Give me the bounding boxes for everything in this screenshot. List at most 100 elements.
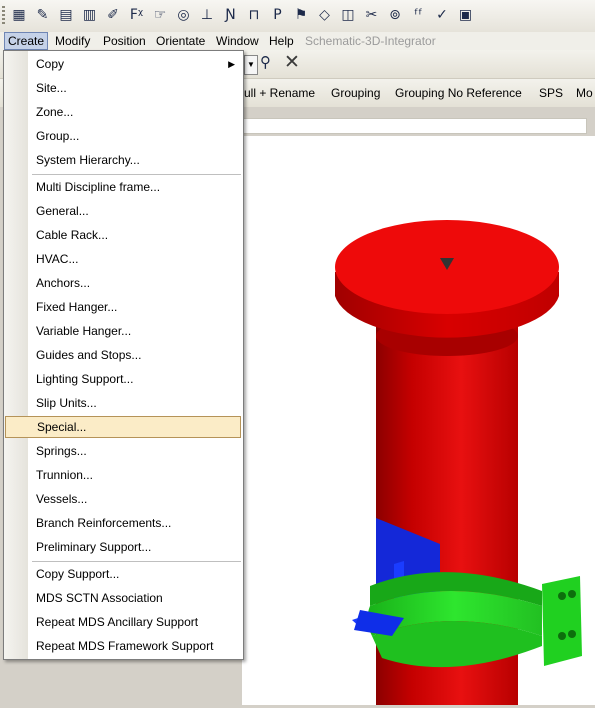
- main-toolbar: ▦ ✎ ▤ ▥ ✐ Fᵡ ☞ ◎ ⊥ Ɲ ⊓ P ⚑ ◇ ◫ ✂ ⊚ ᶠᶠ ✓ ▣: [0, 0, 595, 33]
- menu-schematic-3d-integrator[interactable]: Schematic-3D-Integrator: [302, 33, 439, 49]
- bolt-hole: [558, 632, 566, 640]
- 3d-model-view: [335, 220, 582, 705]
- menu-item-label: Copy Support...: [36, 567, 120, 581]
- tee-icon[interactable]: P: [269, 5, 287, 25]
- menu-item-label: System Hierarchy...: [36, 153, 140, 167]
- toolbar-button-ull-rename[interactable]: ull + Rename: [244, 86, 315, 100]
- menu-item-label: Preliminary Support...: [36, 540, 152, 554]
- menu-item-slip-units[interactable]: Slip Units...: [5, 392, 241, 414]
- menu-item-label: HVAC...: [36, 252, 79, 266]
- menu-item-label: Branch Reinforcements...: [36, 516, 172, 530]
- submenu-arrow-icon: ▶: [228, 59, 235, 69]
- menu-item-label: Trunnion...: [36, 468, 93, 482]
- close-icon[interactable]: ✕: [284, 51, 300, 73]
- menu-item-special[interactable]: Special...: [5, 416, 241, 438]
- toolbar-grip[interactable]: [2, 6, 5, 26]
- menu-item-label: Fixed Hanger...: [36, 300, 118, 314]
- bolt-hole: [568, 630, 576, 638]
- menu-item-label: Site...: [36, 81, 67, 95]
- menu-position[interactable]: Position: [100, 33, 149, 49]
- menu-item-springs[interactable]: Springs...: [5, 440, 241, 462]
- select-icon[interactable]: ☞: [151, 5, 169, 25]
- menu-item-mds-sctn-association[interactable]: MDS SCTN Association: [5, 587, 241, 609]
- list-icon[interactable]: ▣: [457, 5, 475, 25]
- menu-item-copy[interactable]: Copy ▶: [5, 53, 241, 75]
- menu-item-label: Repeat MDS Framework Support: [36, 639, 214, 653]
- diamond-icon[interactable]: ◇: [316, 5, 334, 25]
- menu-item-label: Zone...: [36, 105, 74, 119]
- cut-icon[interactable]: ✂: [363, 5, 381, 25]
- clamp-icon[interactable]: Ɲ: [222, 5, 240, 25]
- binoculars-icon[interactable]: ⚲: [260, 53, 271, 71]
- bars-icon[interactable]: ▥: [81, 5, 99, 25]
- menu-item-lighting-support[interactable]: Lighting Support...: [5, 368, 241, 390]
- menu-item-trunnion[interactable]: Trunnion...: [5, 464, 241, 486]
- chart-icon[interactable]: ▦: [10, 5, 28, 25]
- menu-item-anchors[interactable]: Anchors...: [5, 272, 241, 294]
- fx-icon[interactable]: ᶠᶠ: [410, 5, 428, 25]
- menu-separator: [32, 174, 241, 175]
- 3d-canvas[interactable]: [242, 136, 595, 705]
- menu-item-zone[interactable]: Zone...: [5, 101, 241, 123]
- menu-item-label: Copy: [36, 57, 65, 71]
- menu-item-repeat-mds-framework-support[interactable]: Repeat MDS Framework Support: [5, 635, 241, 657]
- flag-icon[interactable]: ⚑: [292, 5, 310, 25]
- menu-item-label: Slip Units...: [36, 396, 97, 410]
- menu-modify[interactable]: Modify: [52, 33, 93, 49]
- menu-item-label: Guides and Stops...: [36, 348, 142, 362]
- menu-item-cable-rack[interactable]: Cable Rack...: [5, 224, 241, 246]
- elbow-icon[interactable]: ⊓: [245, 5, 263, 25]
- table-icon[interactable]: ▤: [57, 5, 75, 25]
- menu-item-multi-discipline-frame[interactable]: Multi Discipline frame...: [5, 176, 241, 198]
- pipe-icon[interactable]: ⊥: [198, 5, 216, 25]
- menu-help[interactable]: Help: [266, 33, 297, 49]
- viewport-header-bar: [240, 118, 587, 134]
- menu-item-label: Group...: [36, 129, 80, 143]
- toolbar-button-sps[interactable]: SPS: [539, 86, 563, 100]
- menu-item-copy-support[interactable]: Copy Support...: [5, 563, 241, 585]
- menu-item-variable-hanger[interactable]: Variable Hanger...: [5, 320, 241, 342]
- clamp-ear: [542, 576, 582, 666]
- menu-item-general[interactable]: General...: [5, 200, 241, 222]
- menu-item-vessels[interactable]: Vessels...: [5, 488, 241, 510]
- menu-item-branch-reinforcements[interactable]: Branch Reinforcements...: [5, 512, 241, 534]
- fit-icon[interactable]: Fᵡ: [128, 5, 146, 25]
- menu-item-guides-and-stops[interactable]: Guides and Stops...: [5, 344, 241, 366]
- menu-item-label: Special...: [37, 420, 87, 434]
- menu-item-repeat-mds-ancillary-support[interactable]: Repeat MDS Ancillary Support: [5, 611, 241, 633]
- menu-item-label: Springs...: [36, 444, 87, 458]
- menu-item-fixed-hanger[interactable]: Fixed Hanger...: [5, 296, 241, 318]
- bolt-hole: [568, 590, 576, 598]
- menu-item-label: MDS SCTN Association: [36, 591, 163, 605]
- menu-item-label: Lighting Support...: [36, 372, 134, 386]
- menu-item-site[interactable]: Site...: [5, 77, 241, 99]
- menu-separator: [32, 561, 241, 562]
- lasso-icon[interactable]: ◎: [175, 5, 193, 25]
- wand-icon[interactable]: ✓: [433, 5, 451, 25]
- menu-item-preliminary-support[interactable]: Preliminary Support...: [5, 536, 241, 558]
- pencil-icon[interactable]: ✎: [34, 5, 52, 25]
- menu-item-label: Anchors...: [36, 276, 91, 290]
- menu-window[interactable]: Window: [213, 33, 262, 49]
- toolbar-button-mo[interactable]: Mo: [576, 86, 593, 100]
- menu-item-label: General...: [36, 204, 89, 218]
- bolt-hole: [558, 592, 566, 600]
- toolbar-button-grouping-no-reference[interactable]: Grouping No Reference: [395, 86, 522, 100]
- combo-dropdown-button[interactable]: ▼: [244, 55, 258, 75]
- brush-icon[interactable]: ✐: [104, 5, 122, 25]
- menu-orientate[interactable]: Orientate: [153, 33, 208, 49]
- toolbar-button-grouping[interactable]: Grouping: [331, 86, 380, 100]
- menu-item-hvac[interactable]: HVAC...: [5, 248, 241, 270]
- menu-bar: Create Modify Position Orientate Window Help S…: [0, 32, 595, 50]
- menu-item-label: Cable Rack...: [36, 228, 109, 242]
- create-menu-dropdown: Copy ▶ Site... Zone... Group... System Hierar…: [3, 50, 244, 660]
- menu-item-label: Multi Discipline frame...: [36, 180, 161, 194]
- menu-item-label: Repeat MDS Ancillary Support: [36, 615, 199, 629]
- menu-item-label: Variable Hanger...: [36, 324, 132, 338]
- menu-create[interactable]: Create: [4, 32, 49, 50]
- bulb-icon[interactable]: ⊚: [386, 5, 404, 25]
- menu-item-system-hierarchy[interactable]: System Hierarchy...: [5, 149, 241, 171]
- menu-item-group[interactable]: Group...: [5, 125, 241, 147]
- shape-icon[interactable]: ◫: [339, 5, 357, 25]
- menu-item-label: Vessels...: [36, 492, 88, 506]
